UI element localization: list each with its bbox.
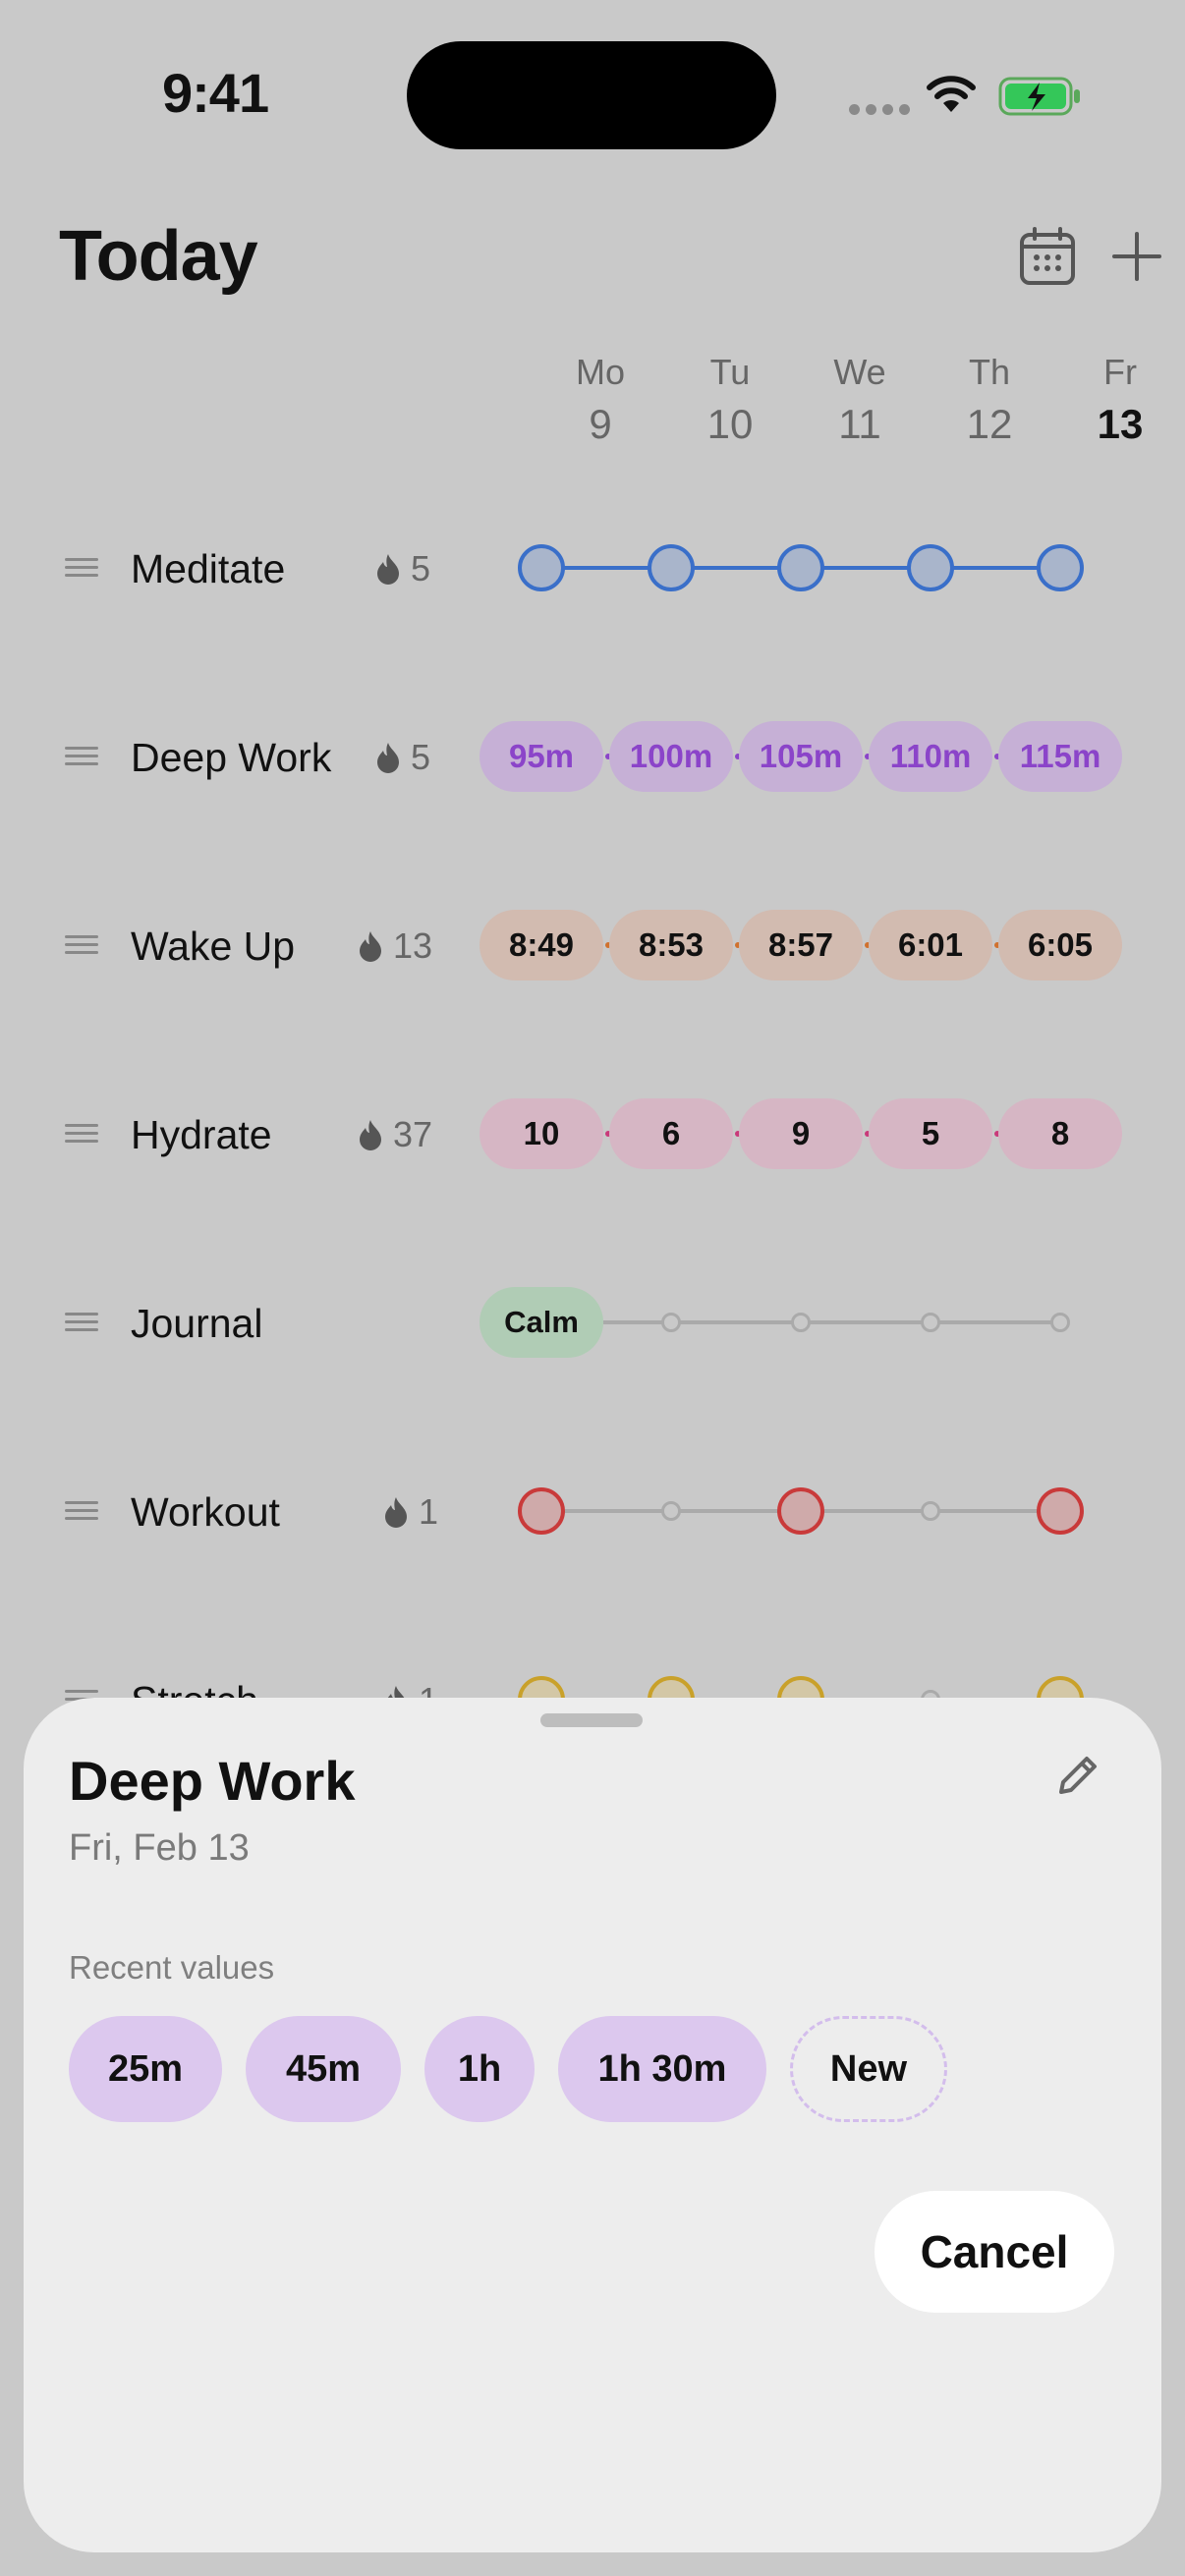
sheet-date: Fri, Feb 13 — [69, 1827, 250, 1869]
streak-count: 37 — [358, 1114, 432, 1155]
day-check-we[interactable] — [777, 544, 824, 591]
day-header-th: Th 12 — [966, 352, 1013, 447]
day-value-mo[interactable]: 8:49 — [480, 910, 603, 980]
day-header-tu: Tu 10 — [706, 352, 754, 447]
habit-name: Hydrate — [131, 1112, 272, 1157]
status-time: 9:41 — [162, 62, 269, 124]
day-value-mo[interactable]: 10 — [480, 1098, 603, 1169]
day-header-we: We 11 — [833, 352, 886, 447]
drag-handle-icon[interactable] — [65, 747, 98, 766]
flame-icon — [360, 1120, 381, 1150]
drag-handle-icon[interactable] — [65, 1501, 98, 1521]
day-empty-th[interactable] — [921, 1313, 940, 1332]
day-empty-tu[interactable] — [661, 1501, 681, 1521]
day-check-fr[interactable] — [1037, 1487, 1084, 1535]
drag-handle-icon[interactable] — [65, 1124, 98, 1144]
new-value-button[interactable]: New — [790, 2016, 947, 2122]
habit-row-workout[interactable]: Workout 1 — [0, 1452, 1185, 1570]
habit-name: Meditate — [131, 546, 286, 591]
recent-values-label: Recent values — [69, 1949, 275, 1986]
habit-row-journal[interactable]: Journal Calm — [0, 1263, 1185, 1381]
habit-row-hydrate[interactable]: Hydrate 37 10 6 9 5 8 — [0, 1075, 1185, 1193]
streak-count: 5 — [375, 737, 430, 778]
streak-count: 5 — [375, 548, 430, 589]
day-value-th[interactable]: 110m — [869, 721, 992, 792]
page-title: Today — [59, 217, 258, 296]
calendar-button[interactable] — [1016, 226, 1079, 294]
day-value-we[interactable]: 9 — [739, 1098, 863, 1169]
day-value-fr[interactable]: 115m — [998, 721, 1122, 792]
day-empty-fr[interactable] — [1050, 1313, 1070, 1332]
cancel-button[interactable]: Cancel — [875, 2191, 1114, 2313]
dynamic-island — [407, 41, 776, 149]
pencil-icon — [1059, 1757, 1097, 1794]
day-empty-tu[interactable] — [661, 1313, 681, 1332]
day-check-we[interactable] — [777, 1487, 824, 1535]
day-check-fr[interactable] — [1037, 544, 1084, 591]
day-value-tu[interactable]: 6 — [609, 1098, 733, 1169]
recent-value-chip[interactable]: 45m — [246, 2016, 401, 2122]
day-value-th[interactable]: 5 — [869, 1098, 992, 1169]
edit-button[interactable] — [1053, 1751, 1102, 1805]
wifi-icon — [924, 73, 979, 121]
day-value-th[interactable]: 6:01 — [869, 910, 992, 980]
add-habit-button[interactable] — [1110, 230, 1163, 288]
habit-row-wake-up[interactable]: Wake Up 13 8:49 8:53 8:57 6:01 6:05 — [0, 886, 1185, 1004]
day-value-mo[interactable]: Calm — [480, 1287, 603, 1358]
value-entry-sheet: Deep Work Fri, Feb 13 Recent values 25m … — [24, 1698, 1161, 2552]
habit-row-deep-work[interactable]: Deep Work 5 95m 100m 105m 110m 115m — [0, 698, 1185, 815]
day-value-mo[interactable]: 95m — [480, 721, 603, 792]
day-check-mo[interactable] — [518, 544, 565, 591]
day-empty-th[interactable] — [921, 1501, 940, 1521]
streak-count: 13 — [358, 925, 432, 967]
day-value-we[interactable]: 105m — [739, 721, 863, 792]
drag-handle-icon[interactable] — [65, 558, 98, 578]
day-empty-we[interactable] — [791, 1313, 811, 1332]
drag-handle-icon[interactable] — [65, 1313, 98, 1332]
cellular-signal-icon — [849, 102, 916, 120]
day-check-tu[interactable] — [648, 544, 695, 591]
habit-name: Wake Up — [131, 924, 296, 969]
sheet-title: Deep Work — [69, 1750, 356, 1812]
recent-value-chip[interactable]: 1h 30m — [558, 2016, 766, 2122]
battery-charging-icon — [998, 75, 1083, 123]
day-value-tu[interactable]: 8:53 — [609, 910, 733, 980]
plus-icon — [1112, 232, 1161, 281]
day-header-fr: Fr 13 — [1097, 352, 1144, 447]
day-value-tu[interactable]: 100m — [609, 721, 733, 792]
flame-icon — [377, 743, 399, 773]
habit-row-meditate[interactable]: Meditate 5 — [0, 509, 1185, 627]
recent-value-chip[interactable]: 25m — [69, 2016, 222, 2122]
flame-icon — [385, 1497, 407, 1528]
day-check-mo[interactable] — [518, 1487, 565, 1535]
drag-handle-icon[interactable] — [65, 935, 98, 955]
recent-value-chip[interactable]: 1h — [424, 2016, 535, 2122]
day-value-fr[interactable]: 6:05 — [998, 910, 1122, 980]
day-value-we[interactable]: 8:57 — [739, 910, 863, 980]
status-bar: 9:41 — [0, 0, 1185, 187]
flame-icon — [360, 931, 381, 962]
habit-name: Journal — [131, 1301, 263, 1346]
sheet-grabber[interactable] — [540, 1713, 643, 1727]
day-value-fr[interactable]: 8 — [998, 1098, 1122, 1169]
habit-name: Deep Work — [131, 735, 332, 780]
habit-name: Workout — [131, 1489, 280, 1535]
day-check-th[interactable] — [907, 544, 954, 591]
streak-count: 1 — [383, 1491, 438, 1533]
calendar-icon — [1020, 227, 1075, 285]
day-header-mo: Mo 9 — [575, 352, 625, 447]
flame-icon — [377, 554, 399, 585]
